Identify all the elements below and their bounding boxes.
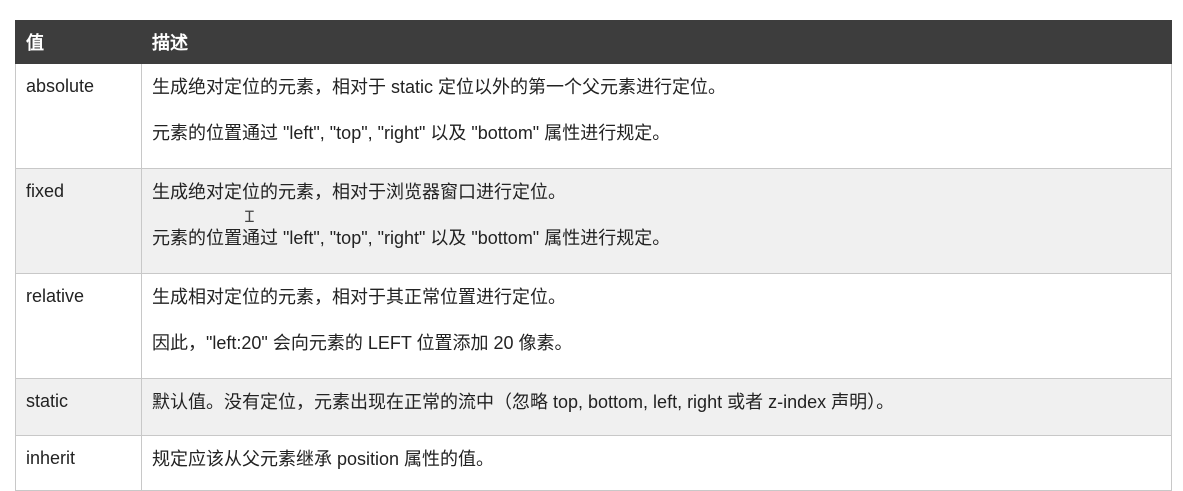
- description-line: 规定应该从父元素继承 position 属性的值。: [152, 449, 495, 469]
- description-line: 默认值。没有定位，元素出现在正常的流中（忽略 top, bottom, left…: [152, 392, 895, 412]
- description-line: 生成绝对定位的元素，相对于浏览器窗口进行定位。: [152, 182, 566, 202]
- description-line: 元素的位置通过 "left", "top", "right" 以及 "botto…: [152, 123, 671, 143]
- value-cell: absolute: [15, 63, 142, 169]
- header-description: 描述: [141, 20, 1172, 64]
- description-cell: 生成绝对定位的元素，相对于 static 定位以外的第一个父元素进行定位。 元素…: [141, 63, 1172, 169]
- table-row: static 默认值。没有定位，元素出现在正常的流中（忽略 top, botto…: [15, 378, 1172, 436]
- table-row: inherit 规定应该从父元素继承 position 属性的值。: [15, 435, 1172, 491]
- table-row: absolute 生成绝对定位的元素，相对于 static 定位以外的第一个父元…: [15, 63, 1172, 169]
- description-cell: 默认值。没有定位，元素出现在正常的流中（忽略 top, bottom, left…: [141, 378, 1172, 436]
- table-row: relative 生成相对定位的元素，相对于其正常位置进行定位。 因此，"lef…: [15, 273, 1172, 379]
- value-cell: relative: [15, 273, 142, 379]
- description-line: 元素的位置通过 "left", "top", "right" 以及 "botto…: [152, 228, 671, 248]
- header-value: 值: [15, 20, 142, 64]
- table-header-row: 值 描述: [15, 20, 1172, 64]
- value-cell: inherit: [15, 435, 142, 491]
- text-cursor-icon: Ɪ: [245, 207, 254, 226]
- value-cell: fixed: [15, 168, 142, 274]
- table-row: fixed 生成绝对定位的元素，相对于浏览器窗口进行定位。 元素的位置通过 "l…: [15, 168, 1172, 274]
- css-position-table-container: 值 描述 absolute 生成绝对定位的元素，相对于 static 定位以外的…: [15, 20, 1172, 491]
- css-position-table: 值 描述 absolute 生成绝对定位的元素，相对于 static 定位以外的…: [15, 20, 1172, 491]
- description-cell: 生成相对定位的元素，相对于其正常位置进行定位。 因此，"left:20" 会向元…: [141, 273, 1172, 379]
- description-line: 生成绝对定位的元素，相对于 static 定位以外的第一个父元素进行定位。: [152, 77, 727, 97]
- value-cell: static: [15, 378, 142, 436]
- description-line: 因此，"left:20" 会向元素的 LEFT 位置添加 20 像素。: [152, 333, 573, 353]
- description-cell: 规定应该从父元素继承 position 属性的值。: [141, 435, 1172, 491]
- description-line: 生成相对定位的元素，相对于其正常位置进行定位。: [152, 287, 566, 307]
- description-cell: 生成绝对定位的元素，相对于浏览器窗口进行定位。 元素的位置通过 "left", …: [141, 168, 1172, 274]
